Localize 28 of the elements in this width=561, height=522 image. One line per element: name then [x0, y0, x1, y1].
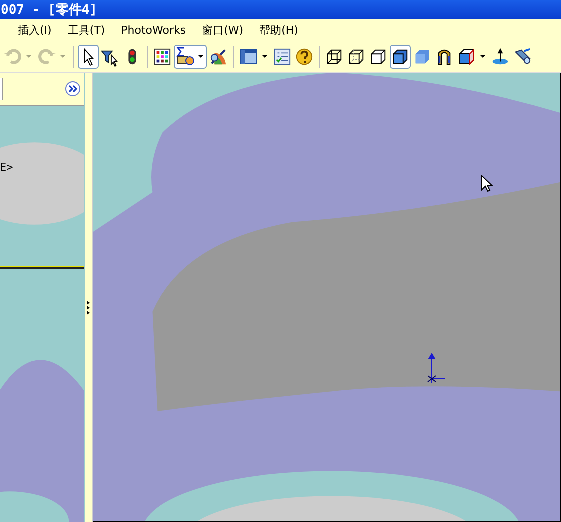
view-cube-icon — [457, 46, 477, 66]
light-icon — [513, 46, 532, 66]
menu-item[interactable]: 插入(I) — [18, 22, 52, 38]
menu-item[interactable]: PhotoWorks — [121, 24, 186, 36]
toolbar-button[interactable] — [174, 44, 207, 68]
tree-item[interactable]: E> — [0, 161, 14, 174]
grip-icon[interactable] — [86, 300, 90, 314]
help-icon — [295, 46, 314, 66]
panel-tab[interactable] — [0, 78, 3, 100]
checklist-icon — [273, 46, 292, 66]
toolbar-button[interactable] — [390, 44, 411, 68]
toolbar-button[interactable] — [78, 44, 99, 68]
origin-icon — [425, 351, 447, 385]
sigma-icon — [175, 46, 195, 66]
dropdown-arrow-icon[interactable] — [198, 55, 204, 58]
window-pane-icon — [239, 46, 259, 66]
cursor-icon — [481, 175, 493, 193]
menu-item[interactable]: 窗口(W) — [202, 22, 244, 38]
menu-item[interactable]: 帮助(H) — [260, 22, 298, 38]
color-grid-icon — [153, 46, 172, 66]
plane-axis-icon — [491, 46, 510, 66]
dropdown-arrow-icon[interactable] — [262, 55, 268, 58]
window-title: 007 - [零件4] — [1, 2, 98, 18]
undo-icon — [3, 46, 23, 66]
redo-icon — [37, 46, 57, 66]
menu-item[interactable]: 工具(T) — [68, 22, 106, 38]
dropdown-arrow-icon[interactable] — [480, 55, 486, 58]
expand-icon[interactable] — [65, 81, 81, 97]
